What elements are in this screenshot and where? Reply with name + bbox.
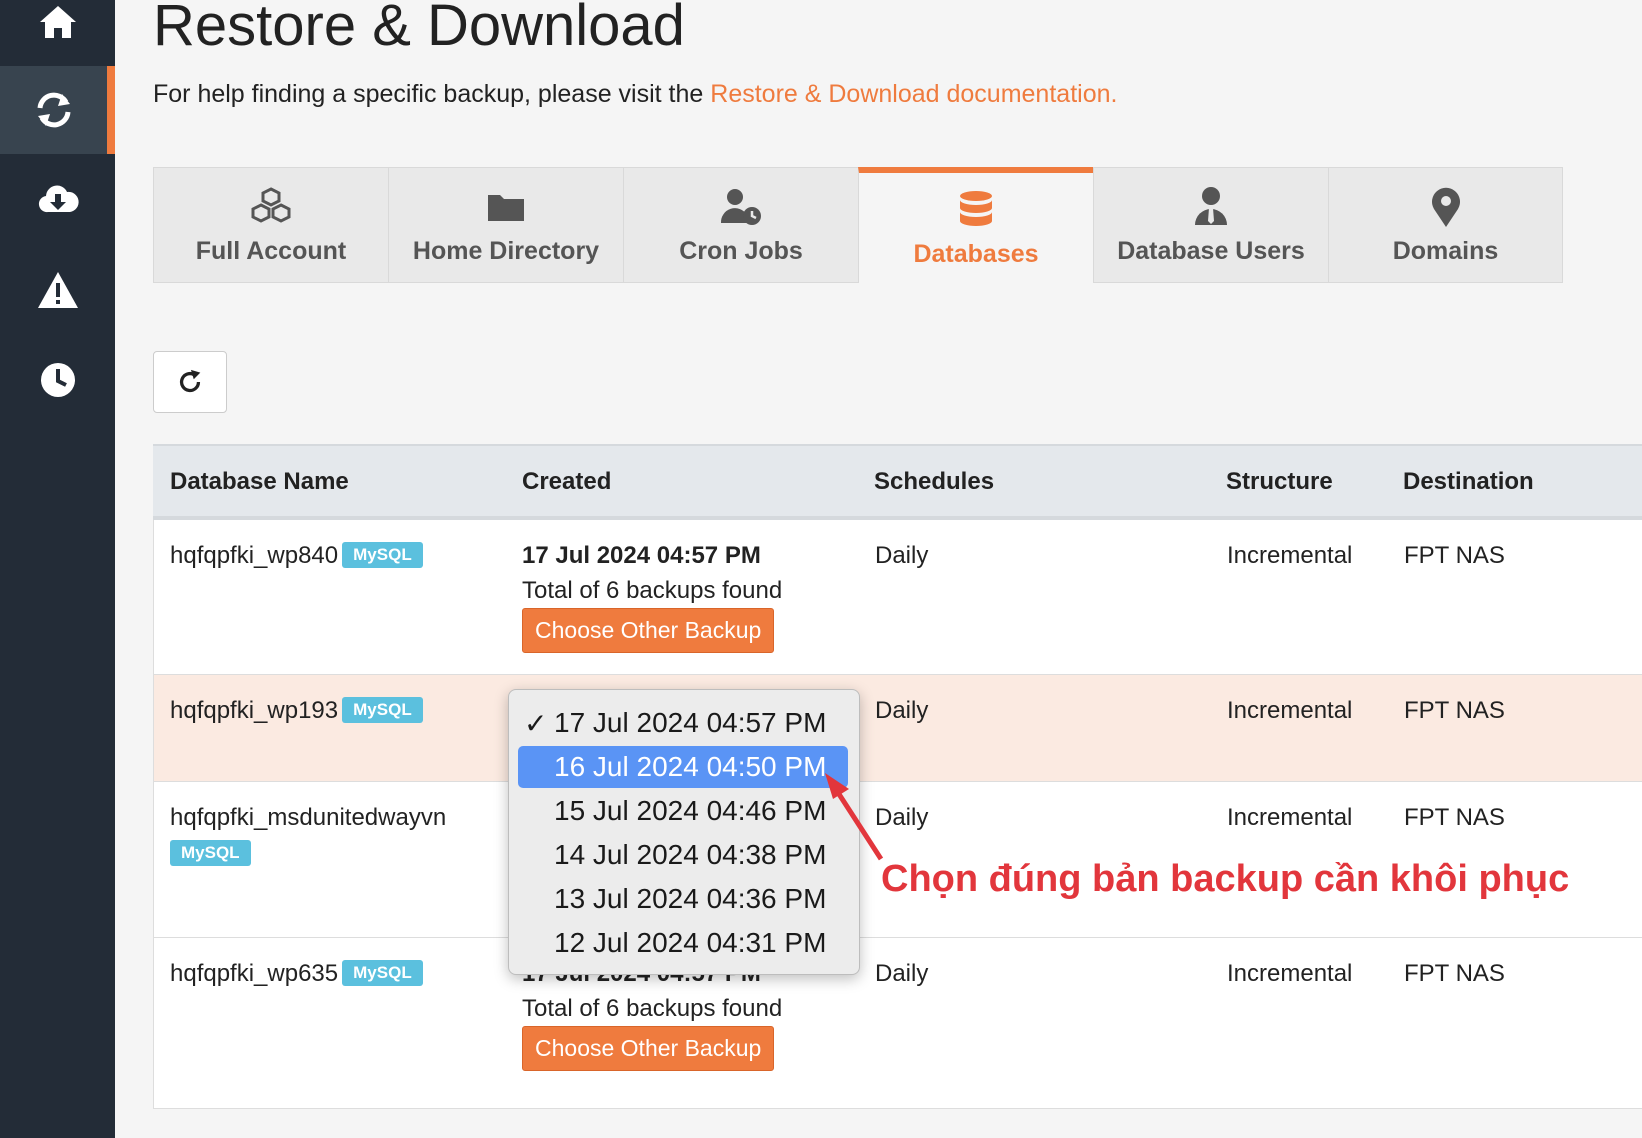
created-date: 17 Jul 2024 04:57 PM (522, 542, 761, 569)
header-destination[interactable]: Destination (1403, 468, 1534, 496)
mysql-badge: MySQL (342, 960, 423, 986)
header-schedules[interactable]: Schedules (874, 468, 994, 496)
structure-cell: Incremental (1227, 960, 1353, 987)
backup-option[interactable]: 15 Jul 2024 04:46 PM (518, 790, 848, 832)
cloud-download-icon (38, 185, 79, 213)
backup-count: Total of 6 backups found (522, 995, 783, 1022)
structure-cell: Incremental (1227, 804, 1353, 831)
databases-table: Database Name Created Schedules Structur… (153, 444, 1642, 1109)
destination-cell: FPT NAS (1404, 542, 1505, 569)
schedule-cell: Daily (875, 960, 929, 987)
table-header: Database Name Created Schedules Structur… (153, 444, 1642, 520)
database-name-cell: hqfqpfki_wp840 MySQL (170, 542, 423, 570)
structure-cell: Incremental (1227, 542, 1353, 569)
database-name-cell: hqfqpfki_wp635 MySQL (170, 960, 423, 988)
backup-count: Total of 6 backups found (522, 577, 783, 604)
warning-icon (37, 272, 78, 308)
tab-database-users[interactable]: Database Users (1093, 167, 1328, 283)
backup-option[interactable]: 14 Jul 2024 04:38 PM (518, 834, 848, 876)
choose-other-backup-button[interactable]: Choose Other Backup (522, 1026, 775, 1071)
nav-restore[interactable] (0, 66, 115, 154)
help-text: For help finding a specific backup, plea… (153, 80, 1118, 108)
page-title: Restore & Download (153, 0, 685, 58)
backup-option[interactable]: ✓ 17 Jul 2024 04:57 PM (518, 702, 848, 744)
user-clock-icon (720, 188, 761, 225)
annotation-arrow-icon (825, 773, 884, 861)
sidebar (0, 0, 115, 1138)
tab-full-account[interactable]: Full Account (153, 167, 388, 283)
map-marker-icon (1431, 187, 1460, 227)
mysql-badge: MySQL (342, 697, 423, 723)
nav-download[interactable] (0, 156, 115, 244)
backup-date-dropdown[interactable]: ✓ 17 Jul 2024 04:57 PM 16 Jul 2024 04:50… (508, 689, 860, 975)
destination-cell: FPT NAS (1404, 960, 1505, 987)
nav-alerts[interactable] (0, 246, 115, 334)
cubes-icon (251, 186, 291, 223)
main-content: Restore & Download For help finding a sp… (115, 0, 1642, 1138)
mysql-badge: MySQL (342, 542, 423, 568)
destination-cell: FPT NAS (1404, 697, 1505, 724)
tab-domains[interactable]: Domains (1328, 167, 1563, 283)
clock-icon (40, 363, 75, 397)
table-row: hqfqpfki_wp635MySQL 17 Jul 2024 04:57 PM… (153, 938, 1642, 1109)
choose-other-backup-button[interactable]: Choose Other Backup (522, 608, 775, 653)
database-name-cell: hqfqpfki_msdunitedwayvn (170, 804, 447, 831)
mysql-badge: MySQL (170, 840, 251, 866)
user-tie-icon (1195, 186, 1227, 225)
header-structure[interactable]: Structure (1226, 468, 1333, 496)
table-row: hqfqpfki_wp840 MySQL 17 Jul 2024 04:57 PM… (153, 520, 1642, 675)
backup-option[interactable]: 12 Jul 2024 04:31 PM (518, 922, 848, 964)
checkmark-icon: ✓ (524, 708, 548, 739)
tab-cron-jobs[interactable]: Cron Jobs (623, 167, 858, 283)
schedule-cell: Daily (875, 542, 929, 569)
home-icon (39, 6, 76, 38)
table-row: hqfqpfki_wp193 MySQL Daily Incremental FP… (153, 675, 1642, 782)
destination-cell: FPT NAS (1404, 804, 1505, 831)
database-icon (960, 190, 992, 226)
nav-history[interactable] (0, 336, 115, 424)
database-name-cell: hqfqpfki_wp193 MySQL (170, 697, 423, 725)
schedule-cell: Daily (875, 697, 929, 724)
structure-cell: Incremental (1227, 697, 1353, 724)
documentation-link[interactable]: Restore & Download documentation. (710, 80, 1117, 108)
folder-icon (488, 194, 524, 221)
sync-icon (37, 92, 70, 128)
tab-databases[interactable]: Databases (858, 167, 1093, 283)
refresh-icon (179, 369, 201, 393)
tab-home-directory[interactable]: Home Directory (388, 167, 623, 283)
header-database-name[interactable]: Database Name (170, 468, 349, 496)
nav-home[interactable] (0, 0, 115, 66)
annotation-text: Chọn đúng bản backup cần khôi phục (881, 858, 1570, 900)
header-created[interactable]: Created (522, 468, 611, 496)
refresh-button[interactable] (153, 351, 227, 413)
tab-bar: Full Account Home Directory Cron Jobs Da… (153, 167, 1563, 283)
backup-option-highlighted[interactable]: 16 Jul 2024 04:50 PM (518, 746, 848, 788)
backup-option[interactable]: 13 Jul 2024 04:36 PM (518, 878, 848, 920)
